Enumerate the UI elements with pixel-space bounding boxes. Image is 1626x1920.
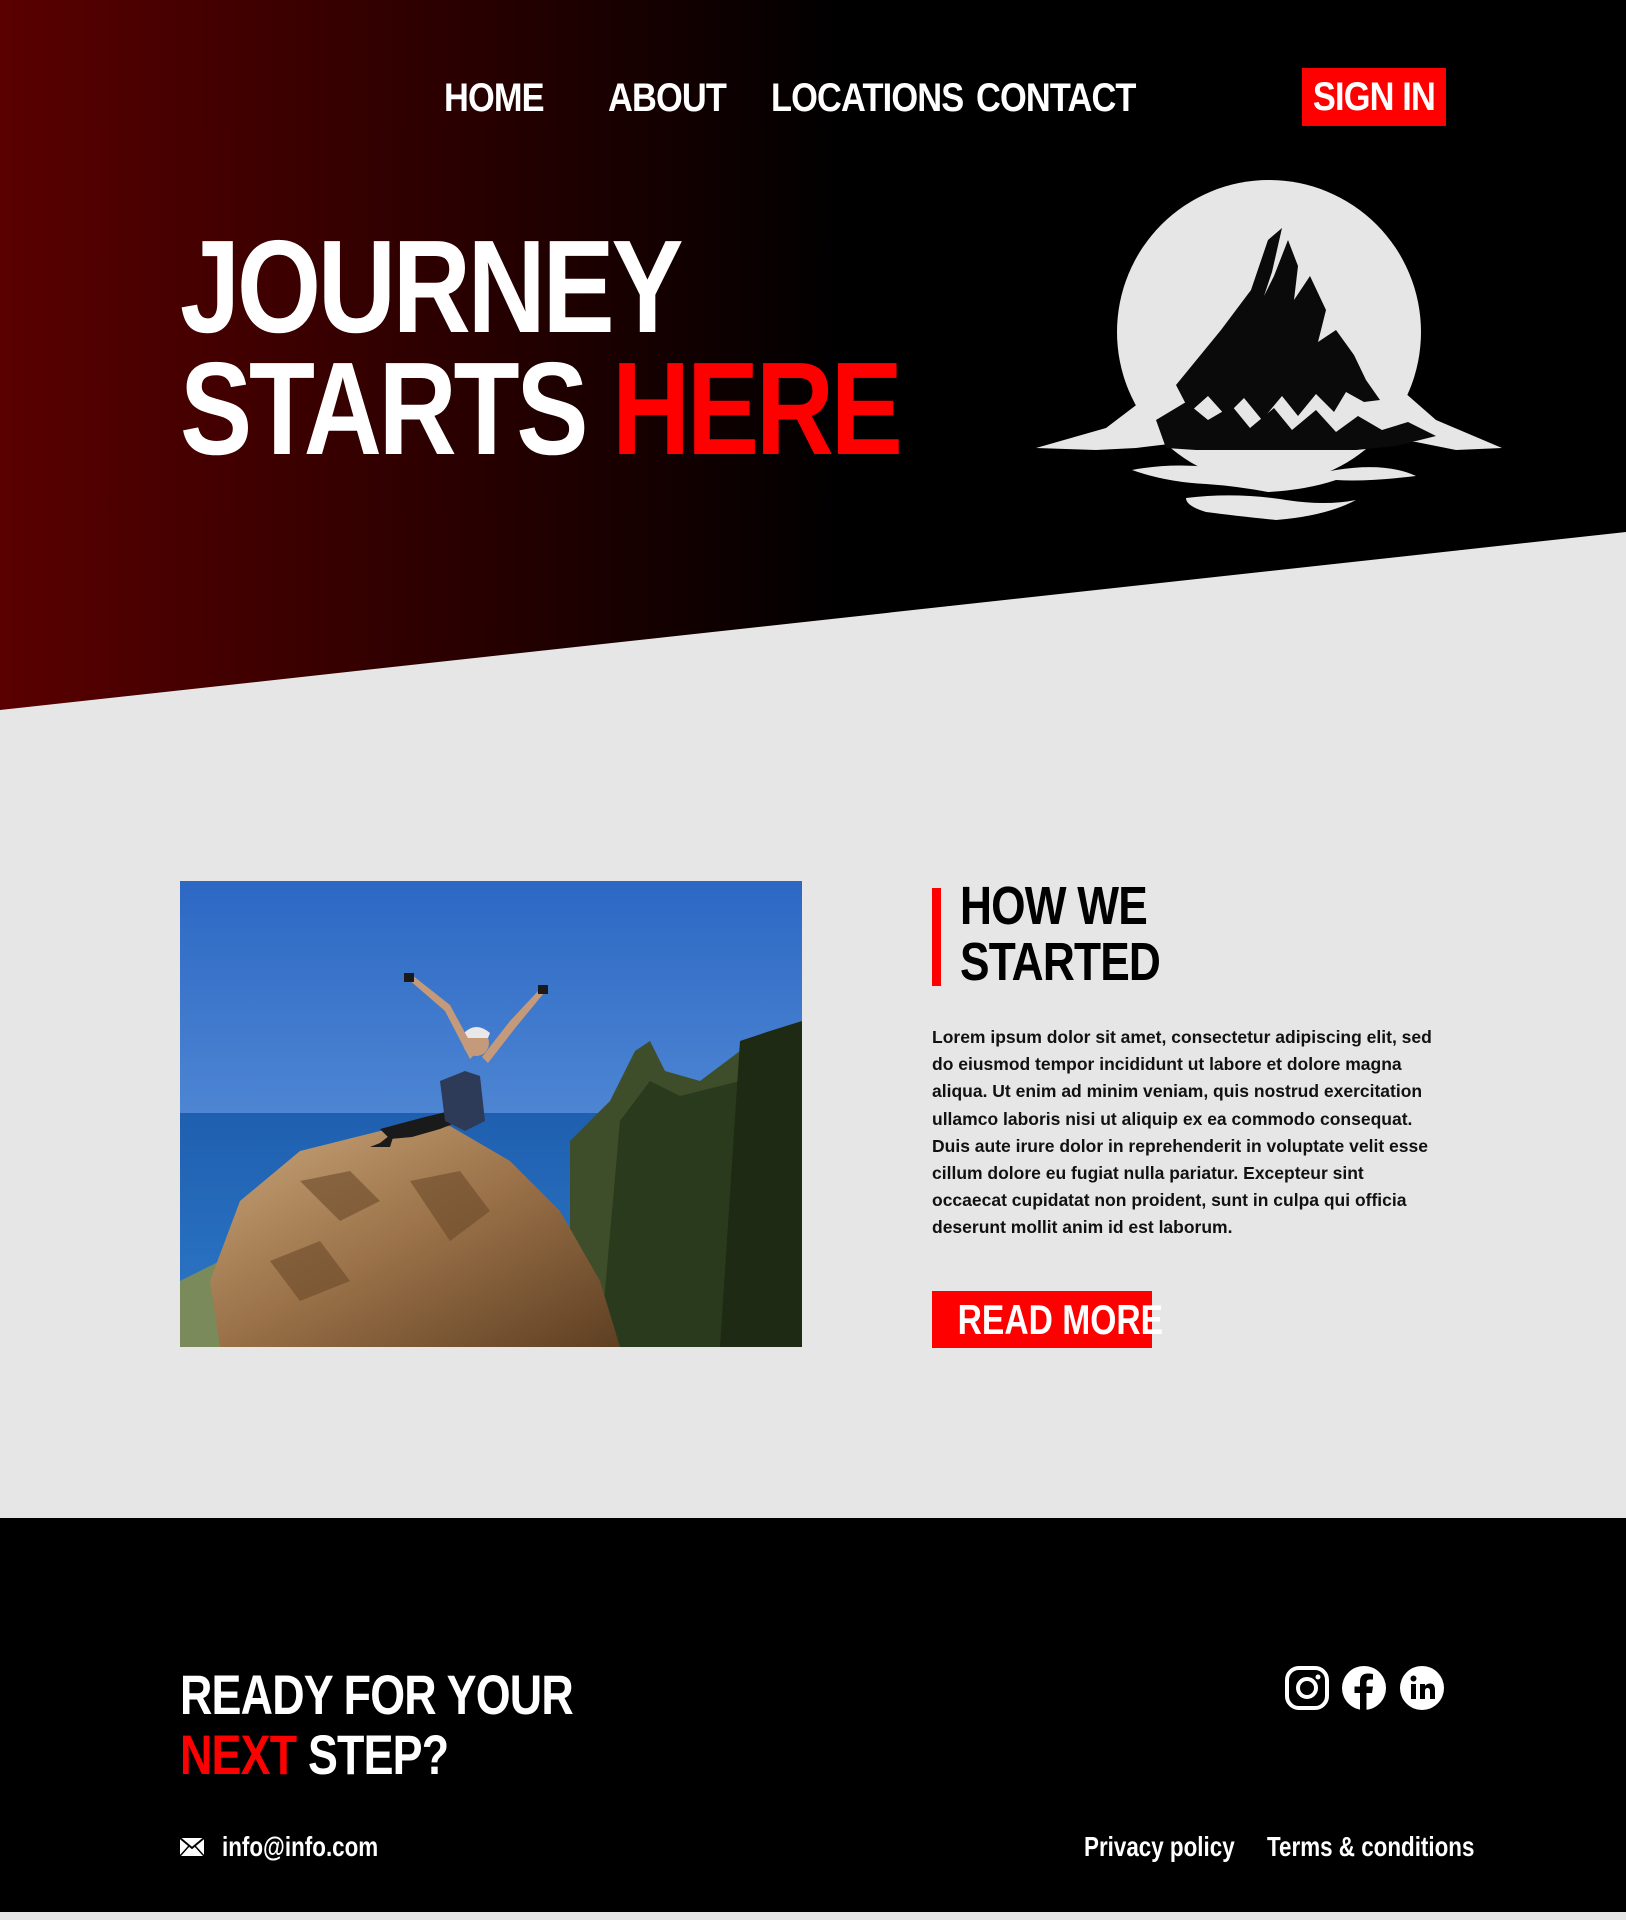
- sign-in-label: SIGN IN: [1312, 75, 1436, 119]
- facebook-icon[interactable]: [1341, 1665, 1387, 1711]
- nav-home[interactable]: HOME: [444, 68, 545, 128]
- footer-cta-line2: NEXT STEP?: [180, 1725, 573, 1785]
- hero-title: JOURNEY STARTS HERE: [180, 213, 903, 475]
- linkedin-icon[interactable]: [1399, 1665, 1445, 1711]
- hero-title-line1: JOURNEY: [180, 213, 684, 360]
- footer-cta-white: STEP?: [307, 1723, 449, 1786]
- section-accent-bar: [932, 888, 941, 986]
- footer-cta: READY FOR YOUR NEXT STEP?: [180, 1663, 574, 1785]
- hero-title-red: HERE: [612, 335, 903, 482]
- hiker-on-rock-photo: [180, 881, 802, 1347]
- about-body-text: Lorem ipsum dolor sit amet, consectetur …: [932, 1027, 1432, 1238]
- bottom-border: [0, 1912, 1626, 1920]
- hero-title-line2: STARTS HERE: [180, 343, 903, 475]
- sign-in-button[interactable]: SIGN IN: [1302, 68, 1446, 126]
- instagram-icon[interactable]: [1284, 1665, 1330, 1711]
- section-title-line2: STARTED: [960, 932, 1161, 992]
- nav-about[interactable]: ABOUT: [608, 68, 727, 128]
- hero-title-white: STARTS: [180, 335, 589, 482]
- nav-locations[interactable]: LOCATIONS: [771, 68, 964, 128]
- nav-contact[interactable]: CONTACT: [976, 68, 1136, 128]
- mountain-logo-icon: [1036, 180, 1502, 520]
- footer-email-link[interactable]: info@info.com: [222, 1830, 378, 1864]
- terms-link[interactable]: Terms & conditions: [1267, 1830, 1474, 1864]
- privacy-policy-link[interactable]: Privacy policy: [1084, 1830, 1235, 1864]
- mail-icon: [180, 1838, 204, 1856]
- footer-cta-red: NEXT: [180, 1723, 297, 1786]
- section-title-line1: HOW WE: [960, 876, 1148, 936]
- section-title: HOW WE STARTED: [960, 876, 1161, 992]
- read-more-label: READ MORE: [957, 1296, 1164, 1343]
- footer-cta-line1: READY FOR YOUR: [180, 1663, 574, 1726]
- read-more-button[interactable]: READ MORE: [932, 1291, 1163, 1348]
